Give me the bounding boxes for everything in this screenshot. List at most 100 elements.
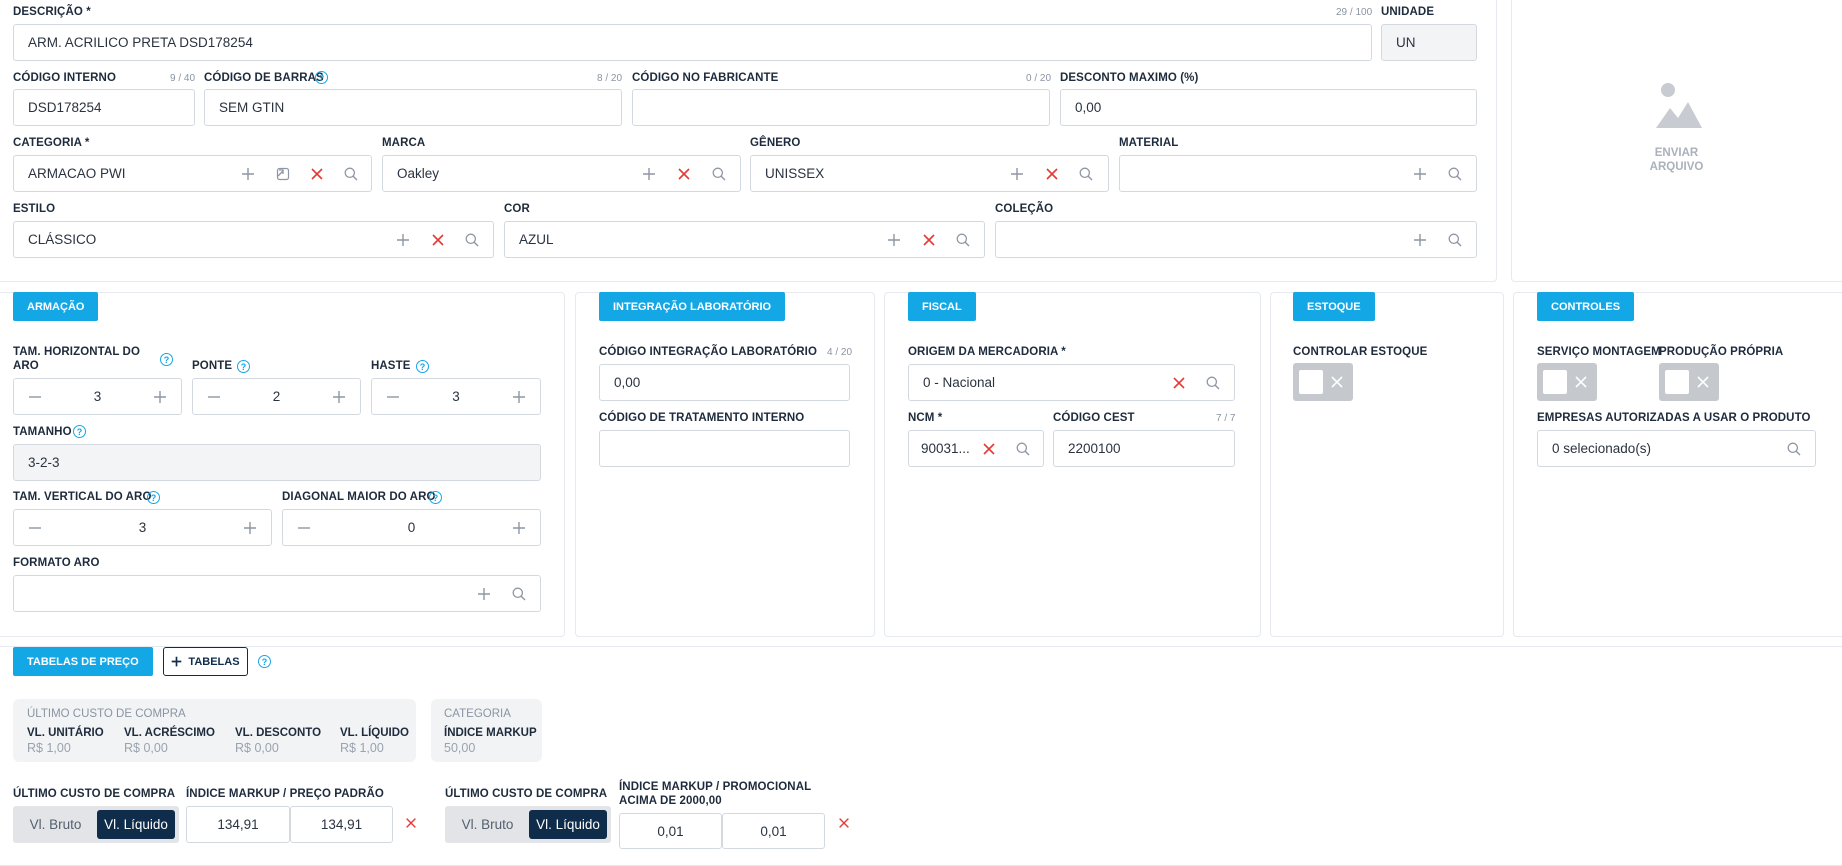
vl-liquido-option[interactable]: Vl. Líquido: [97, 810, 175, 839]
tam-horizontal-stepper[interactable]: 3: [13, 378, 182, 415]
empresas-select[interactable]: 0 selecionado(s): [1537, 430, 1816, 467]
add-icon[interactable]: [884, 230, 904, 250]
servico-montagem-toggle[interactable]: [1537, 363, 1597, 401]
producao-propria-toggle[interactable]: [1659, 363, 1719, 401]
desconto-maximo-label: DESCONTO MAXIMO (%): [1060, 72, 1199, 84]
vl-acrescimo-label: VL. ACRÉSCIMO: [124, 727, 215, 739]
descricao-input[interactable]: ARM. ACRILICO PRETA DSD178254: [13, 24, 1372, 61]
colecao-input[interactable]: [995, 221, 1477, 258]
codigo-fabricante-input[interactable]: [632, 89, 1050, 126]
decrement-icon[interactable]: [205, 388, 223, 406]
decrement-icon[interactable]: [384, 388, 402, 406]
tab-armacao[interactable]: ARMAÇÃO: [13, 292, 99, 321]
tab-estoque[interactable]: ESTOQUE: [1293, 292, 1375, 321]
genero-input[interactable]: UNISSEX: [750, 155, 1109, 192]
tam-vertical-stepper[interactable]: 3: [13, 509, 272, 546]
decrement-icon[interactable]: [26, 519, 44, 537]
codigo-integracao-input[interactable]: 0,00: [599, 364, 850, 401]
increment-icon[interactable]: [330, 388, 348, 406]
search-icon[interactable]: [509, 584, 529, 604]
haste-stepper[interactable]: 3: [371, 378, 541, 415]
clear-icon[interactable]: [1042, 164, 1062, 184]
diagonal-stepper[interactable]: 0: [282, 509, 541, 546]
haste-help-icon[interactable]: ?: [416, 360, 429, 373]
unidade-label: UNIDADE: [1381, 6, 1435, 18]
desconto-maximo-input[interactable]: 0,00: [1060, 89, 1477, 126]
padrao-preco-input[interactable]: 134,91: [290, 806, 393, 843]
open-link-icon[interactable]: [273, 164, 293, 184]
categoria-value: ARMACAO PWI: [28, 166, 126, 181]
tabelas-help-icon[interactable]: ?: [258, 655, 271, 668]
tab-fiscal[interactable]: FISCAL: [908, 292, 976, 321]
tam-horizontal-help-icon[interactable]: ?: [160, 353, 173, 366]
codigo-barras-help-icon[interactable]: ?: [315, 71, 328, 84]
search-icon[interactable]: [462, 230, 482, 250]
vl-bruto-option[interactable]: Vl. Bruto: [449, 810, 526, 839]
add-icon[interactable]: [393, 230, 413, 250]
padrao-markup-input[interactable]: 134,91: [186, 806, 290, 843]
tam-vertical-help-icon[interactable]: ?: [147, 491, 160, 504]
increment-icon[interactable]: [510, 388, 528, 406]
codigo-barras-input[interactable]: SEM GTIN: [204, 89, 622, 126]
material-input[interactable]: [1119, 155, 1477, 192]
tamanho-input[interactable]: 3-2-3: [13, 444, 541, 481]
add-icon[interactable]: [1410, 230, 1430, 250]
decrement-icon[interactable]: [26, 388, 44, 406]
clear-icon[interactable]: [674, 164, 694, 184]
clear-icon[interactable]: [307, 164, 327, 184]
image-upload-area[interactable]: ENVIAR ARQUIVO: [1511, 0, 1842, 282]
search-icon[interactable]: [1784, 439, 1804, 459]
codigo-tratamento-input[interactable]: [599, 430, 850, 467]
formato-aro-input[interactable]: [13, 575, 541, 612]
ponte-help-icon[interactable]: ?: [237, 360, 250, 373]
search-icon[interactable]: [1203, 373, 1223, 393]
unidade-input[interactable]: UN: [1381, 24, 1477, 61]
promo-preco-input[interactable]: 0,01: [722, 813, 825, 849]
search-icon[interactable]: [1013, 439, 1033, 459]
tab-controles[interactable]: CONTROLES: [1537, 292, 1635, 321]
add-icon[interactable]: [474, 584, 494, 604]
add-tabelas-button[interactable]: TABELAS: [163, 647, 248, 676]
cest-input[interactable]: 2200100: [1053, 430, 1235, 467]
padrao-custo-segmented[interactable]: Vl. Bruto Vl. Líquido: [13, 806, 179, 843]
codigo-interno-input[interactable]: DSD178254: [13, 89, 195, 126]
clear-icon[interactable]: [428, 230, 448, 250]
search-icon[interactable]: [1445, 164, 1465, 184]
marca-input[interactable]: Oakley: [382, 155, 741, 192]
search-icon[interactable]: [1076, 164, 1096, 184]
estilo-input[interactable]: CLÁSSICO: [13, 221, 494, 258]
ncm-input[interactable]: 90031...: [908, 430, 1044, 467]
decrement-icon[interactable]: [295, 519, 313, 537]
search-icon[interactable]: [341, 164, 361, 184]
origem-input[interactable]: 0 - Nacional: [908, 364, 1235, 401]
promo-custo-segmented[interactable]: Vl. Bruto Vl. Líquido: [445, 806, 611, 843]
search-icon[interactable]: [1445, 230, 1465, 250]
diagonal-help-icon[interactable]: ?: [429, 491, 442, 504]
controlar-estoque-toggle[interactable]: [1293, 363, 1353, 401]
increment-icon[interactable]: [510, 519, 528, 537]
vl-bruto-option[interactable]: Vl. Bruto: [17, 810, 94, 839]
add-icon[interactable]: [1410, 164, 1430, 184]
increment-icon[interactable]: [151, 388, 169, 406]
promo-remove-icon[interactable]: [837, 816, 851, 830]
increment-icon[interactable]: [241, 519, 259, 537]
search-icon[interactable]: [953, 230, 973, 250]
clear-icon[interactable]: [1169, 373, 1189, 393]
padrao-remove-icon[interactable]: [404, 816, 418, 830]
off-icon: [1331, 376, 1343, 388]
add-icon[interactable]: [1007, 164, 1027, 184]
cor-input[interactable]: AZUL: [504, 221, 985, 258]
tab-tabelas-preco[interactable]: TABELAS DE PREÇO: [13, 647, 153, 676]
add-icon[interactable]: [639, 164, 659, 184]
vl-liquido-option[interactable]: Vl. Líquido: [529, 810, 607, 839]
tab-integracao-laboratorio[interactable]: INTEGRAÇÃO LABORATÓRIO: [599, 292, 786, 321]
add-icon[interactable]: [238, 164, 258, 184]
clear-icon[interactable]: [919, 230, 939, 250]
tamanho-help-icon[interactable]: ?: [73, 425, 86, 438]
categoria-input[interactable]: ARMACAO PWI: [13, 155, 372, 192]
search-icon[interactable]: [709, 164, 729, 184]
ponte-stepper[interactable]: 2: [192, 378, 361, 415]
clear-icon[interactable]: [979, 439, 999, 459]
promo-markup-input[interactable]: 0,01: [619, 813, 722, 849]
controlar-estoque-label: CONTROLAR ESTOQUE: [1293, 346, 1428, 358]
